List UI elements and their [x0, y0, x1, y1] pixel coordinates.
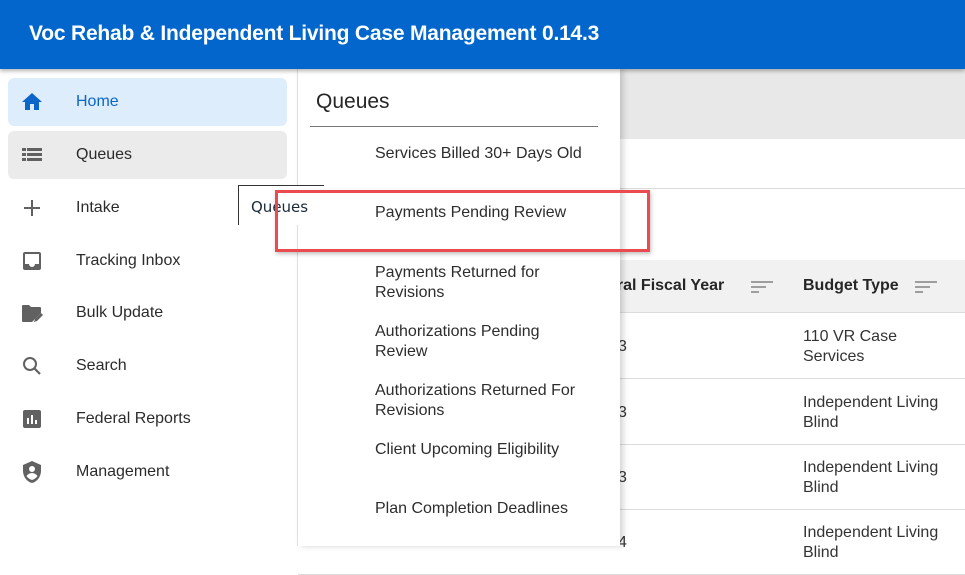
folder-edit-icon — [22, 305, 43, 322]
app-title: Voc Rehab & Independent Living Case Mana… — [29, 22, 600, 45]
divider — [310, 126, 598, 127]
search-icon — [23, 357, 41, 375]
queue-item-client-upcoming-eligibility[interactable]: Client Upcoming Eligibility — [375, 440, 585, 460]
app-bar: Voc Rehab & Independent Living Case Mana… — [0, 0, 965, 69]
sidebar-item-search[interactable]: Search — [8, 342, 287, 390]
sidebar-item-federal-reports[interactable]: Federal Reports — [8, 395, 287, 443]
queue-item-plan-completion-deadlines[interactable]: Plan Completion Deadlines — [375, 499, 585, 519]
sidebar-item-queues[interactable]: Queues — [8, 131, 287, 179]
cell-budget-type: Independent Living Blind — [803, 394, 939, 431]
home-icon — [22, 93, 42, 110]
queue-item-payments-returned[interactable]: Payments Returned for Revisions — [375, 263, 585, 303]
queues-menu-title: Queues — [316, 90, 390, 113]
inbox-icon — [23, 252, 41, 270]
queues-flyout-menu: Queues Services Billed 30+ Days Old Paym… — [298, 69, 620, 546]
queue-item-authorizations-pending-review[interactable]: Authorizations Pending Review — [375, 322, 585, 362]
list-icon — [22, 148, 42, 161]
cell-budget-type: Independent Living Blind — [803, 524, 939, 561]
column-header-budget-type[interactable]: Budget Type — [803, 277, 899, 295]
sidebar-item-label: Tracking Inbox — [76, 252, 181, 269]
sidebar-item-label: Bulk Update — [76, 304, 164, 321]
sidebar-item-label: Intake — [76, 199, 120, 216]
column-header-federal-fiscal-year[interactable]: eral Fiscal Year — [608, 277, 724, 295]
cell-budget-type: 110 VR Case Services — [803, 328, 897, 365]
sidebar-item-tracking-inbox[interactable]: Tracking Inbox — [8, 237, 287, 285]
sidebar-item-label: Search — [76, 357, 127, 374]
queue-item-services-billed[interactable]: Services Billed 30+ Days Old — [375, 144, 585, 164]
sidebar-item-label: Queues — [76, 146, 133, 163]
sidebar-nav: Home Queues Intake Tracking Inbox Bulk U… — [0, 69, 298, 546]
sidebar-item-bulk-update[interactable]: Bulk Update — [8, 289, 287, 337]
bar-chart-icon — [23, 410, 41, 428]
cell-budget-type: Independent Living Blind — [803, 459, 939, 496]
sort-icon[interactable] — [751, 278, 775, 296]
sidebar-item-label: Federal Reports — [76, 410, 191, 427]
plus-icon — [24, 200, 40, 216]
highlight-box — [275, 190, 650, 252]
sidebar-item-label: Home — [76, 93, 119, 110]
sort-icon[interactable] — [915, 278, 939, 296]
sidebar-item-management[interactable]: Management — [8, 448, 287, 496]
sidebar-item-label: Management — [76, 463, 170, 480]
shield-person-icon — [23, 461, 41, 483]
queue-item-authorizations-returned[interactable]: Authorizations Returned For Revisions — [375, 381, 585, 421]
sidebar-item-home[interactable]: Home — [8, 78, 287, 126]
